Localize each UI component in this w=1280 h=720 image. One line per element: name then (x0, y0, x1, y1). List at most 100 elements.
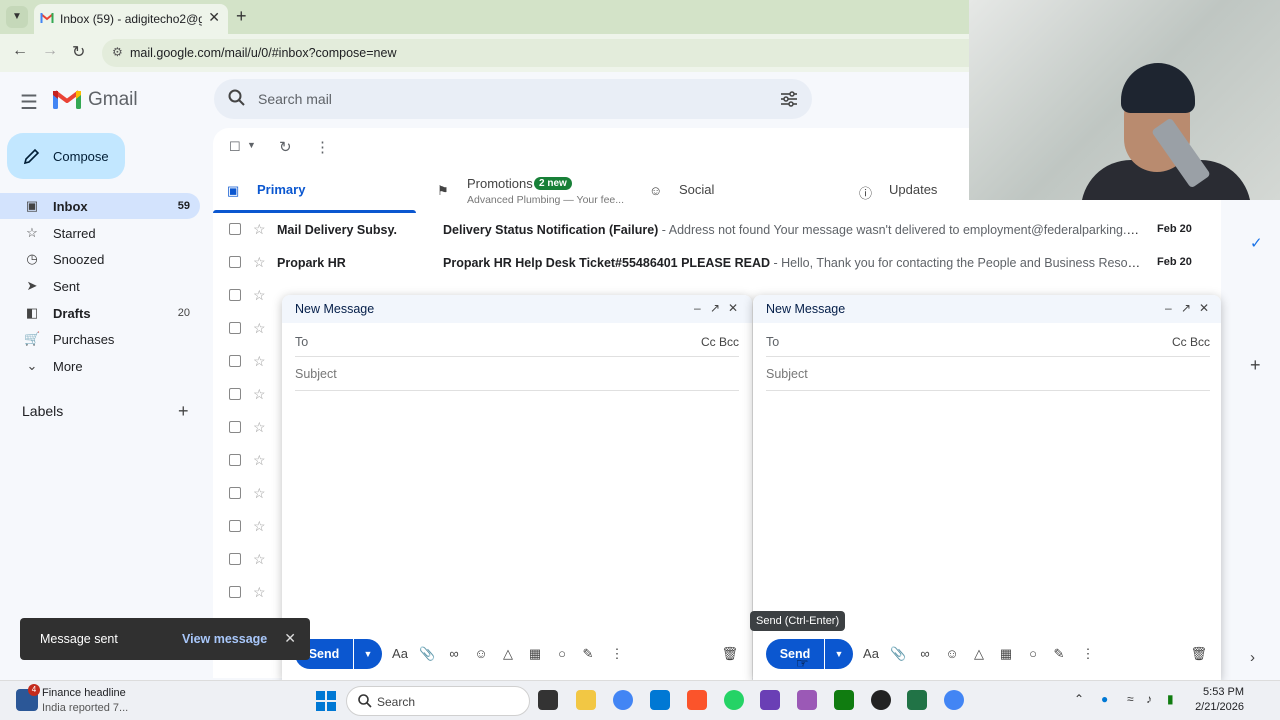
close-icon[interactable]: ✕ (284, 630, 296, 647)
to-field[interactable]: To Cc Bcc (295, 325, 739, 357)
windows-start-icon[interactable] (316, 691, 336, 711)
whatsapp-icon[interactable] (724, 690, 744, 710)
row-checkbox[interactable] (229, 256, 241, 268)
star-icon[interactable]: ☆ (253, 452, 266, 469)
excel-icon[interactable] (907, 690, 927, 710)
star-icon[interactable]: ☆ (253, 485, 266, 502)
row-checkbox[interactable] (229, 553, 241, 565)
browser-tab-inbox[interactable]: Inbox (59) - adigitecho2@gmail.com ✕ (34, 4, 228, 34)
sidebar-item-purchases[interactable]: 🛒 Purchases (0, 326, 200, 352)
battery-icon[interactable]: ▮ (1167, 692, 1174, 706)
clipchamp-icon[interactable] (797, 690, 817, 710)
back-icon[interactable]: ← (12, 42, 28, 60)
xbox-icon[interactable] (834, 690, 854, 710)
star-icon[interactable]: ☆ (253, 584, 266, 601)
link-icon[interactable]: ∞ (917, 646, 933, 661)
send-button[interactable]: Send (766, 639, 824, 669)
photo-icon[interactable]: ▦ (527, 646, 543, 662)
refresh-icon[interactable]: ↻ (279, 138, 292, 156)
view-message-link[interactable]: View message (182, 632, 267, 646)
close-icon[interactable]: ✕ (1199, 301, 1209, 315)
row-checkbox[interactable] (229, 520, 241, 532)
search-icon[interactable] (228, 89, 246, 107)
sidebar-item-snoozed[interactable]: ◷ Snoozed (0, 246, 200, 272)
brave-icon[interactable] (687, 690, 707, 710)
signature-icon[interactable]: ✎ (1051, 646, 1067, 662)
formatting-icon[interactable]: Aa (392, 646, 408, 661)
schedule-send-dropdown[interactable]: ▼ (825, 639, 853, 669)
row-checkbox[interactable] (229, 388, 241, 400)
obs-icon[interactable] (871, 690, 891, 710)
row-checkbox[interactable] (229, 322, 241, 334)
star-icon[interactable]: ☆ (253, 551, 266, 568)
add-label-icon[interactable]: + (178, 401, 189, 422)
sidebar-item-sent[interactable]: ➤ Sent (0, 273, 200, 299)
attach-icon[interactable]: 📎 (419, 646, 435, 662)
sidebar-item-drafts[interactable]: ◧ Drafts 20 (0, 300, 200, 326)
subject-field[interactable] (766, 359, 1210, 391)
drive-icon[interactable]: △ (971, 646, 987, 662)
row-checkbox[interactable] (229, 586, 241, 598)
photo-icon[interactable]: ▦ (998, 646, 1014, 662)
discard-draft-icon[interactable]: 🗑 (1190, 646, 1207, 662)
confidential-icon[interactable]: ○ (1025, 646, 1041, 661)
star-icon[interactable]: ☆ (253, 287, 266, 304)
drive-icon[interactable]: △ (500, 646, 516, 662)
clock-time[interactable]: 5:53 PM (1198, 686, 1244, 698)
more-options-icon[interactable]: ⋮ (609, 646, 625, 662)
row-checkbox[interactable] (229, 289, 241, 301)
to-field[interactable]: To Cc Bcc (766, 325, 1210, 357)
select-dropdown-icon[interactable]: ▼ (247, 140, 256, 150)
row-checkbox[interactable] (229, 454, 241, 466)
star-icon[interactable]: ☆ (253, 518, 266, 535)
compose-button[interactable]: Compose (7, 133, 125, 179)
tab-social[interactable]: ☺ Social (635, 169, 835, 213)
subject-input[interactable] (766, 367, 1166, 381)
chrome-active-icon[interactable] (944, 690, 964, 710)
show-hidden-icons-icon[interactable]: ⌃ (1074, 692, 1084, 706)
main-menu-icon[interactable]: ☰ (20, 90, 38, 115)
cc-bcc-link[interactable]: Cc Bcc (701, 335, 739, 349)
more-options-icon[interactable]: ⋮ (315, 138, 330, 156)
news-title[interactable]: Finance headline (42, 687, 126, 699)
expand-panel-icon[interactable]: › (1250, 649, 1255, 666)
wifi-icon[interactable]: ≈ (1127, 692, 1134, 706)
tab-promotions[interactable]: ⚑ Promotions 2 new Advanced Plumbing — Y… (423, 169, 624, 213)
store-icon[interactable] (650, 690, 670, 710)
fullscreen-icon[interactable]: ↗ (1181, 301, 1191, 315)
chrome-icon[interactable] (613, 690, 633, 710)
confidential-icon[interactable]: ○ (554, 646, 570, 661)
tab-close-icon[interactable]: ✕ (208, 9, 220, 26)
signature-icon[interactable]: ✎ (580, 646, 596, 662)
tab-primary[interactable]: ▣ Primary (213, 169, 416, 213)
search-input[interactable] (258, 79, 758, 119)
cc-bcc-link[interactable]: Cc Bcc (1172, 335, 1210, 349)
row-checkbox[interactable] (229, 355, 241, 367)
discard-draft-icon[interactable]: 🗑 (721, 646, 738, 662)
sidebar-item-starred[interactable]: ☆ Starred (0, 220, 200, 246)
more-options-icon[interactable]: ⋮ (1080, 646, 1096, 662)
subject-field[interactable] (295, 359, 739, 391)
proton-icon[interactable] (760, 690, 780, 710)
tab-search-dropdown[interactable]: ▼ (6, 6, 28, 28)
microphone-icon[interactable]: ● (1101, 692, 1108, 706)
star-icon[interactable]: ☆ (253, 419, 266, 436)
sidebar-item-inbox[interactable]: ▣ Inbox 59 (0, 193, 200, 219)
sidebar-item-more[interactable]: ⌄ More (0, 353, 200, 379)
email-row[interactable]: ☆ Mail Delivery Subsy. Delivery Status N… (213, 213, 1221, 246)
taskbar-search[interactable]: Search (346, 686, 530, 716)
task-view-icon[interactable] (538, 690, 558, 710)
search-options-icon[interactable] (780, 90, 798, 108)
fullscreen-icon[interactable]: ↗ (710, 301, 720, 315)
star-icon[interactable]: ☆ (253, 221, 266, 238)
row-checkbox[interactable] (229, 223, 241, 235)
formatting-icon[interactable]: Aa (863, 646, 879, 661)
file-explorer-icon[interactable] (576, 690, 596, 710)
star-icon[interactable]: ☆ (253, 254, 266, 271)
minimize-icon[interactable]: ‒ (1165, 301, 1172, 315)
minimize-icon[interactable]: ‒ (694, 301, 701, 315)
forward-icon[interactable]: → (42, 42, 58, 60)
star-icon[interactable]: ☆ (253, 386, 266, 403)
clock-date[interactable]: 2/21/2026 (1190, 701, 1244, 713)
star-icon[interactable]: ☆ (253, 320, 266, 337)
